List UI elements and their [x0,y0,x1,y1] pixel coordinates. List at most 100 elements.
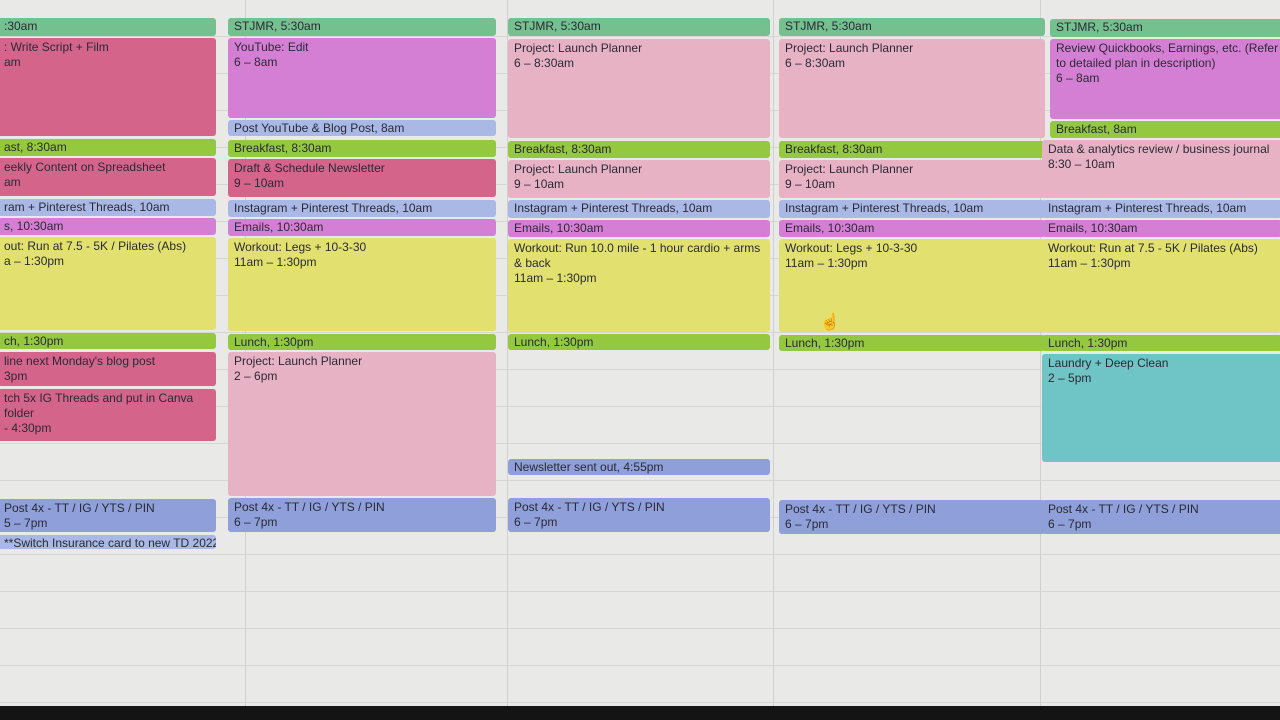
event-title: line next Monday's blog post [4,354,156,368]
event-title: YouTube: Edit [234,40,309,54]
calendar-event[interactable]: Workout: Legs + 10-3-30 11am – 1:30pm [228,238,496,331]
event-time: am [4,55,21,69]
calendar-event[interactable]: Emails, 10:30am [228,219,496,236]
calendar-event[interactable]: Lunch, 1:30pm [508,334,770,350]
calendar-event[interactable]: Workout: Legs + 10-3-30 11am – 1:30pm [779,239,1045,332]
event-title: Breakfast, 8:30am [234,141,332,155]
calendar-event[interactable]: Breakfast, 8:30am [779,141,1045,158]
calendar-event[interactable]: line next Monday's blog post 3pm [0,352,216,386]
event-title: Post 4x - TT / IG / YTS / PIN [4,501,155,515]
calendar-event[interactable]: Post YouTube & Blog Post, 8am [228,120,496,136]
day-divider [773,0,774,706]
calendar-event[interactable]: Instagram + Pinterest Threads, 10am [1042,200,1280,218]
calendar-event[interactable]: Lunch, 1:30pm [228,334,496,350]
calendar-event[interactable]: Project: Launch Planner 6 – 8:30am [508,39,770,138]
event-title: Instagram + Pinterest Threads, 10am [514,201,713,215]
calendar-event[interactable]: STJMR, 5:30am [1050,19,1280,37]
calendar-event[interactable]: Project: Launch Planner 9 – 10am [779,160,1045,198]
event-time: 2 – 5pm [1048,371,1092,385]
calendar-event[interactable]: Breakfast, 8:30am [508,141,770,158]
event-title: Breakfast, 8am [1056,122,1137,136]
calendar-event[interactable]: Instagram + Pinterest Threads, 10am [228,200,496,217]
calendar-event[interactable]: Lunch, 1:30pm [779,335,1045,351]
event-title: Instagram + Pinterest Threads, 10am [1048,201,1247,215]
calendar-event[interactable]: out: Run at 7.5 - 5K / Pilates (Abs) a – … [0,237,216,330]
calendar-event[interactable]: Emails, 10:30am [1042,220,1280,237]
calendar-event[interactable]: Project: Launch Planner 9 – 10am [508,160,770,198]
screen-bezel [0,706,1280,720]
event-title: Breakfast, 8:30am [785,142,883,156]
event-title: STJMR, 5:30am [234,19,321,33]
calendar-event[interactable]: ast, 8:30am [0,139,216,156]
calendar-event[interactable]: Post 4x - TT / IG / YTS / PIN 6 – 7pm [1042,500,1280,534]
event-time: 6 – 8:30am [785,56,846,70]
event-title: Lunch, 1:30pm [1048,336,1128,350]
event-title: Workout: Legs + 10-3-30 [785,241,918,255]
event-title: ram + Pinterest Threads, 10am [4,200,170,214]
calendar-event[interactable]: Post 4x - TT / IG / YTS / PIN 6 – 7pm [508,498,770,532]
calendar-event[interactable]: Workout: Run at 7.5 - 5K / Pilates (Abs)… [1042,239,1280,332]
event-title: Workout: Legs + 10-3-30 [234,240,367,254]
event-title: out: Run at 7.5 - 5K / Pilates (Abs) [4,239,187,253]
calendar-event[interactable]: Breakfast, 8am [1050,121,1280,138]
event-title: Post 4x - TT / IG / YTS / PIN [234,500,385,514]
calendar-event[interactable]: Emails, 10:30am [779,220,1045,237]
event-title: STJMR, 5:30am [785,19,872,33]
calendar-event[interactable]: Review Quickbooks, Earnings, etc. (Refer… [1050,39,1280,119]
event-title: :30am [4,19,38,33]
calendar-event[interactable]: STJMR, 5:30am [779,18,1045,36]
event-title: tch 5x IG Threads and put in Canva folde… [4,391,194,420]
event-title: Workout: Run at 7.5 - 5K / Pilates (Abs) [1048,241,1258,255]
calendar-event[interactable]: Laundry + Deep Clean 2 – 5pm [1042,354,1280,462]
calendar-event[interactable]: Instagram + Pinterest Threads, 10am [508,200,770,218]
calendar-event[interactable]: STJMR, 5:30am [508,18,770,36]
event-title: Emails, 10:30am [514,221,604,235]
calendar-event[interactable]: Draft & Schedule Newsletter 9 – 10am [228,159,496,197]
calendar-event[interactable]: :30am [0,18,216,36]
calendar-event[interactable]: Data & analytics review / business journ… [1042,140,1280,198]
calendar-event[interactable]: s, 10:30am [0,218,216,235]
event-time: 9 – 10am [234,176,285,190]
calendar-event[interactable]: Lunch, 1:30pm [1042,335,1280,351]
calendar-event[interactable]: Project: Launch Planner 2 – 6pm [228,352,496,496]
event-title: Workout: Run 10.0 mile - 1 hour cardio +… [514,241,761,270]
event-time: 3pm [4,369,28,383]
calendar-event[interactable]: YouTube: Edit 6 – 8am [228,38,496,118]
calendar-event[interactable]: ch, 1:30pm [0,333,216,349]
event-title: Project: Launch Planner [785,162,914,176]
calendar-event[interactable]: Newsletter sent out, 4:55pm [508,459,770,475]
event-title: Project: Launch Planner [514,41,643,55]
event-time: - 4:30pm [4,421,52,435]
event-title: Post 4x - TT / IG / YTS / PIN [1048,502,1199,516]
calendar-event[interactable]: eekly Content on Spreadsheet am [0,158,216,196]
event-time: 8:30 – 10am [1048,157,1115,171]
event-title: Emails, 10:30am [234,220,324,234]
event-time: 9 – 10am [514,177,565,191]
calendar-event[interactable]: **Switch Insurance card to new TD 2022 c… [0,535,216,549]
calendar-event[interactable]: tch 5x IG Threads and put in Canva folde… [0,389,216,441]
event-title: Emails, 10:30am [785,221,875,235]
event-time: 6 – 7pm [1048,517,1092,531]
calendar-event[interactable]: : Write Script + Film am [0,38,216,136]
hand-cursor-icon: ☝ [820,314,840,331]
event-title: Post YouTube & Blog Post, 8am [234,121,405,135]
event-time: 6 – 7pm [514,515,558,529]
calendar-event[interactable]: Emails, 10:30am [508,220,770,237]
calendar-event[interactable]: STJMR, 5:30am [228,18,496,36]
calendar-event[interactable]: Instagram + Pinterest Threads, 10am [779,200,1045,218]
event-title: Emails, 10:30am [1048,221,1138,235]
calendar-event[interactable]: Post 4x - TT / IG / YTS / PIN 6 – 7pm [779,500,1045,534]
calendar-event[interactable]: Workout: Run 10.0 mile - 1 hour cardio +… [508,239,770,332]
event-time: a – 1:30pm [4,254,65,268]
event-title: Project: Launch Planner [234,354,363,368]
event-time: 6 – 8am [234,55,278,69]
calendar-event[interactable]: ram + Pinterest Threads, 10am [0,199,216,216]
calendar-event[interactable]: Breakfast, 8:30am [228,140,496,157]
event-title: : Write Script + Film [4,40,109,54]
event-time: 6 – 8:30am [514,56,575,70]
calendar-event[interactable]: Post 4x - TT / IG / YTS / PIN 6 – 7pm [228,498,496,532]
event-time: 11am – 1:30pm [514,271,597,285]
event-time: 5 – 7pm [4,516,48,530]
calendar-event[interactable]: Post 4x - TT / IG / YTS / PIN 5 – 7pm [0,499,216,532]
calendar-event[interactable]: Project: Launch Planner 6 – 8:30am [779,39,1045,138]
